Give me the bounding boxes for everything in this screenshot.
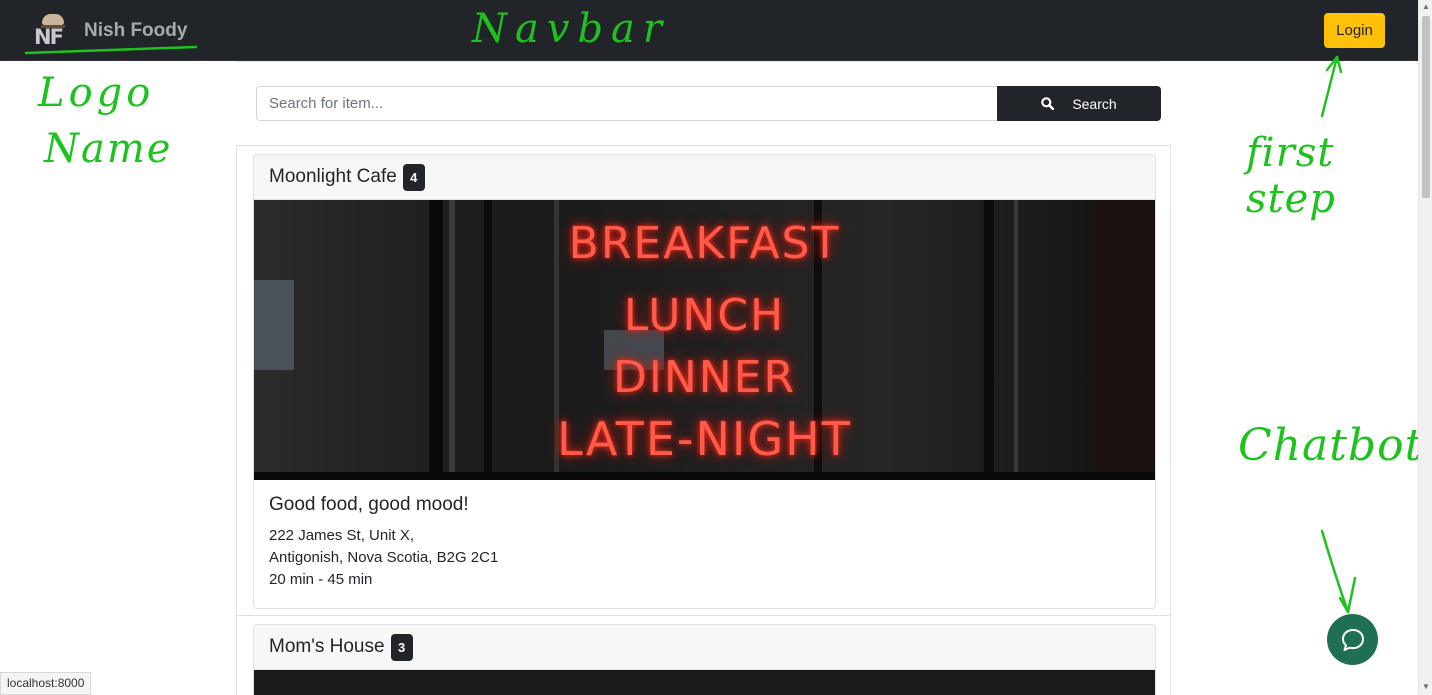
chatbot-button[interactable]: [1327, 614, 1378, 665]
annotation-navbar: Navbar: [472, 6, 671, 52]
page-scrollbar[interactable]: ▲ ▼: [1418, 0, 1432, 695]
status-bar-url: localhost:8000: [0, 672, 92, 695]
scroll-down-arrow[interactable]: ▼: [1422, 682, 1430, 691]
annotation-chatbot: Chatbot: [1238, 420, 1424, 471]
chat-bubble-icon: [1341, 628, 1364, 651]
scroll-up-arrow[interactable]: ▲: [1422, 2, 1430, 11]
annotation-logo: Logo: [38, 70, 155, 116]
scroll-thumb[interactable]: [1422, 16, 1430, 198]
annotation-name: Name: [44, 126, 173, 172]
annotation-first-step: first step: [1246, 130, 1336, 222]
annotation-layer: [24, 45, 1357, 614]
